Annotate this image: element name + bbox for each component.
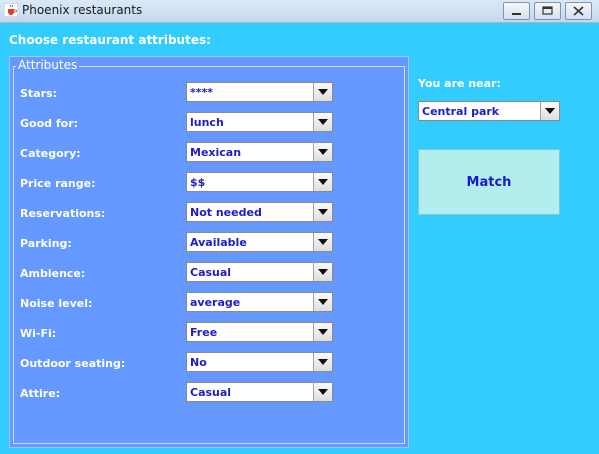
dropdown-arrow[interactable]	[313, 83, 332, 101]
java-cup-icon	[4, 3, 18, 17]
chevron-down-icon	[318, 209, 328, 215]
parking-value: Available	[190, 236, 247, 249]
dropdown-arrow[interactable]	[313, 323, 332, 341]
outdoor-seating-label: Outdoor seating:	[20, 357, 126, 370]
noise-level-combo[interactable]: average	[186, 292, 333, 312]
stars-combo[interactable]: ****	[186, 82, 333, 102]
attributes-panel: Attributes Stars: **** Good for: lunch C…	[9, 56, 409, 448]
wifi-value: Free	[190, 326, 218, 339]
dropdown-arrow[interactable]	[313, 263, 332, 281]
attire-combo[interactable]: Casual	[186, 382, 333, 402]
reservations-label: Reservations:	[20, 207, 106, 220]
good-for-label: Good for:	[20, 117, 79, 130]
stars-value: ****	[190, 86, 214, 99]
price-range-label: Price range:	[20, 177, 96, 190]
ambience-label: Ambience:	[20, 267, 86, 280]
ambience-value: Casual	[190, 266, 232, 279]
parking-combo[interactable]: Available	[186, 232, 333, 252]
close-icon	[573, 6, 584, 16]
chevron-down-icon	[318, 239, 328, 245]
reservations-combo[interactable]: Not needed	[186, 202, 333, 222]
outdoor-seating-combo[interactable]: No	[186, 352, 333, 372]
title-bar: Phoenix restaurants	[0, 0, 599, 23]
dropdown-arrow[interactable]	[313, 173, 332, 191]
match-button[interactable]: Match	[418, 149, 560, 215]
good-for-combo[interactable]: lunch	[186, 112, 333, 132]
noise-level-label: Noise level:	[20, 297, 93, 310]
client-area: Choose restaurant attributes: Attributes…	[0, 23, 599, 454]
dropdown-arrow[interactable]	[313, 293, 332, 311]
dropdown-arrow[interactable]	[313, 353, 332, 371]
wifi-label: Wi-Fi:	[20, 327, 57, 340]
location-value: Central park	[422, 105, 500, 118]
page-heading: Choose restaurant attributes:	[9, 33, 211, 47]
dropdown-arrow[interactable]	[540, 102, 559, 120]
chevron-down-icon	[318, 299, 328, 305]
chevron-down-icon	[545, 108, 555, 114]
chevron-down-icon	[318, 179, 328, 185]
window-title: Phoenix restaurants	[22, 3, 143, 17]
chevron-down-icon	[318, 389, 328, 395]
chevron-down-icon	[318, 119, 328, 125]
panel-legend: Attributes	[16, 58, 80, 72]
price-range-combo[interactable]: $$	[186, 172, 333, 192]
category-label: Category:	[20, 147, 81, 160]
near-label: You are near:	[418, 77, 501, 90]
parking-label: Parking:	[20, 237, 72, 250]
minimize-button[interactable]	[503, 2, 530, 20]
reservations-value: Not needed	[190, 206, 262, 219]
wifi-combo[interactable]: Free	[186, 322, 333, 342]
good-for-value: lunch	[190, 116, 224, 129]
dropdown-arrow[interactable]	[313, 113, 332, 131]
noise-level-value: average	[190, 296, 241, 309]
attire-label: Attire:	[20, 387, 61, 400]
attire-value: Casual	[190, 386, 232, 399]
chevron-down-icon	[318, 149, 328, 155]
outdoor-seating-value: No	[190, 356, 207, 369]
chevron-down-icon	[318, 269, 328, 275]
stars-label: Stars:	[20, 87, 57, 100]
close-button[interactable]	[565, 2, 592, 20]
dropdown-arrow[interactable]	[313, 203, 332, 221]
restore-icon	[542, 6, 553, 15]
chevron-down-icon	[318, 89, 328, 95]
maximize-button[interactable]	[534, 2, 561, 20]
minimize-icon	[512, 13, 521, 15]
chevron-down-icon	[318, 359, 328, 365]
dropdown-arrow[interactable]	[313, 143, 332, 161]
price-range-value: $$	[190, 176, 206, 189]
category-value: Mexican	[190, 146, 242, 159]
ambience-combo[interactable]: Casual	[186, 262, 333, 282]
chevron-down-icon	[318, 329, 328, 335]
dropdown-arrow[interactable]	[313, 233, 332, 251]
category-combo[interactable]: Mexican	[186, 142, 333, 162]
location-combo[interactable]: Central park	[418, 101, 560, 121]
dropdown-arrow[interactable]	[313, 383, 332, 401]
